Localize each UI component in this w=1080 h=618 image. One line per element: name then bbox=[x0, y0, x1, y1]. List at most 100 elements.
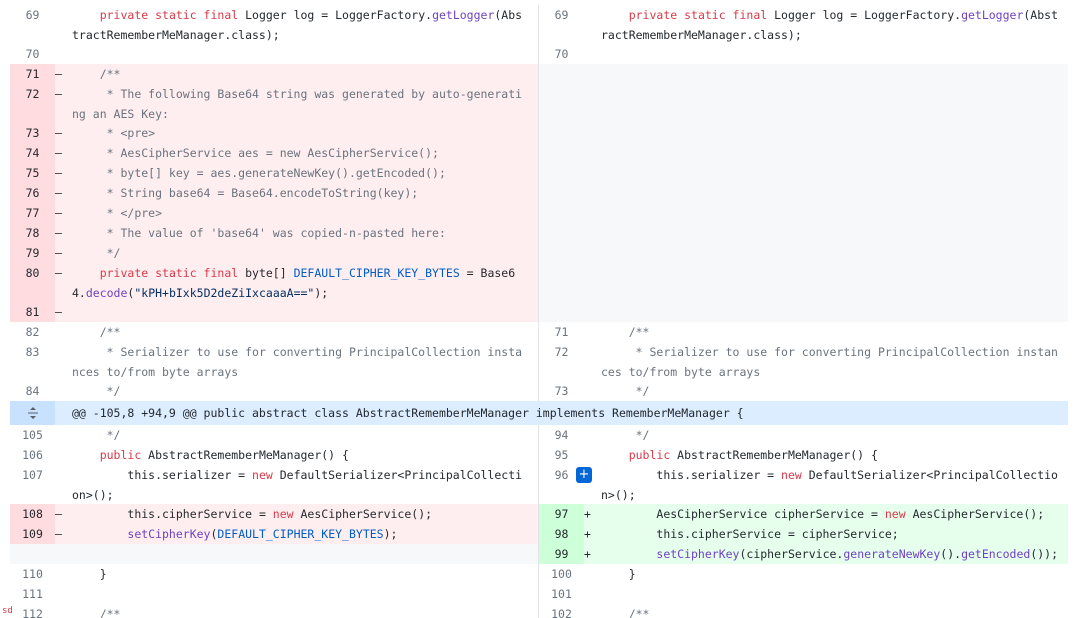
line-number[interactable]: 84 bbox=[10, 381, 55, 401]
code-line: */ bbox=[601, 381, 1068, 401]
line-number[interactable]: 75 bbox=[10, 163, 55, 183]
diff-row: 69 private static final Logger log = Log… bbox=[10, 5, 1068, 44]
diff-sign bbox=[55, 544, 72, 564]
diff-sign bbox=[55, 425, 72, 445]
line-number[interactable] bbox=[539, 243, 584, 263]
line-number[interactable] bbox=[10, 544, 55, 564]
left-side: 110 } bbox=[10, 564, 539, 584]
line-number[interactable]: 72 bbox=[10, 84, 55, 123]
left-side bbox=[10, 544, 539, 564]
line-number[interactable]: 71 bbox=[10, 64, 55, 84]
code-line: * </pre> bbox=[72, 203, 538, 223]
diff-sign bbox=[584, 243, 601, 263]
diff-sign: + bbox=[584, 527, 591, 541]
diff-row: 78– * The value of 'base64' was copied-n… bbox=[10, 223, 1068, 243]
line-number[interactable] bbox=[539, 263, 584, 302]
line-number[interactable]: 82 bbox=[10, 322, 55, 342]
diff-row: 73– * <pre> bbox=[10, 123, 1068, 143]
line-number[interactable]: 112 bbox=[10, 604, 55, 618]
diff-row: 71– /** bbox=[10, 64, 1068, 84]
line-number[interactable]: 110 bbox=[10, 564, 55, 584]
line-number[interactable]: 102 bbox=[539, 604, 584, 618]
line-number[interactable]: 69 bbox=[539, 5, 584, 44]
line-number[interactable]: 70 bbox=[539, 44, 584, 64]
code-token: * String base64 = Base64.encodeToString(… bbox=[72, 186, 419, 200]
right-side: 98 + this.cipherService = cipherService; bbox=[539, 524, 1068, 544]
line-number[interactable]: 80 bbox=[10, 263, 55, 302]
code-line: */ bbox=[72, 425, 538, 445]
line-number[interactable]: 81 bbox=[10, 302, 55, 322]
line-number[interactable]: 96 + bbox=[539, 465, 592, 504]
diff-row: 99 + setCipherKey(cipherService.generateN… bbox=[10, 544, 1068, 564]
line-number[interactable]: 97 bbox=[539, 504, 584, 524]
line-number[interactable]: 73 bbox=[539, 381, 584, 401]
diff-sign bbox=[584, 445, 601, 465]
diff-sign bbox=[584, 604, 601, 618]
add-comment-icon[interactable]: + bbox=[576, 467, 592, 483]
code-token: decode bbox=[85, 285, 128, 300]
code-token: * byte[] key = aes.generateNewKey().getE… bbox=[72, 166, 446, 180]
diff-sign: – bbox=[55, 226, 62, 240]
line-number[interactable]: 109 bbox=[10, 524, 55, 544]
line-number[interactable] bbox=[539, 183, 584, 203]
line-number[interactable]: 105 bbox=[10, 425, 55, 445]
line-number[interactable]: 73 bbox=[10, 123, 55, 143]
diff-row: 70 70 bbox=[10, 44, 1068, 64]
code-token: public bbox=[628, 448, 671, 462]
line-number[interactable]: 70 bbox=[10, 44, 55, 64]
code-token: this.serializer = bbox=[72, 468, 253, 482]
line-number[interactable] bbox=[539, 203, 584, 223]
line-number[interactable]: 108 bbox=[10, 504, 55, 524]
right-side: 95 public AbstractRememberMeManager() { bbox=[539, 445, 1068, 465]
line-number[interactable] bbox=[539, 143, 584, 163]
line-number[interactable]: 101 bbox=[539, 584, 584, 604]
line-number[interactable]: 106 bbox=[10, 445, 55, 465]
line-number[interactable]: 69 bbox=[10, 5, 55, 44]
line-number[interactable]: 78 bbox=[10, 223, 55, 243]
line-number[interactable]: 111 bbox=[10, 584, 55, 604]
line-number[interactable] bbox=[539, 84, 584, 123]
line-number[interactable]: 79 bbox=[10, 243, 55, 263]
diff-row: 82 /** 71 /** bbox=[10, 322, 1068, 342]
code-token: /** bbox=[601, 607, 650, 618]
code-line: } bbox=[72, 564, 538, 584]
code-token: /** bbox=[601, 325, 650, 339]
line-number[interactable]: 94 bbox=[539, 425, 584, 445]
line-number[interactable] bbox=[539, 223, 584, 243]
line-number[interactable]: 98 bbox=[539, 524, 584, 544]
code-token: DEFAULT_CIPHER_KEY_BYTES bbox=[293, 266, 460, 280]
code-line: private static final Logger log = Logger… bbox=[601, 5, 1068, 44]
diff-sign: – bbox=[55, 87, 62, 101]
expand-lines-icon[interactable] bbox=[10, 401, 55, 425]
line-number[interactable]: 74 bbox=[10, 143, 55, 163]
hunk-header-row[interactable]: @@ -105,8 +94,9 @@ public abstract class… bbox=[10, 401, 1068, 425]
line-number[interactable]: 100 bbox=[539, 564, 584, 584]
line-number[interactable]: 76 bbox=[10, 183, 55, 203]
right-side bbox=[539, 183, 1068, 203]
left-side: 105 */ bbox=[10, 425, 539, 445]
line-number[interactable]: 83 bbox=[10, 342, 55, 381]
diff-row: 75– * byte[] key = aes.generateNewKey().… bbox=[10, 163, 1068, 183]
line-number[interactable] bbox=[539, 163, 584, 183]
left-side: 111 bbox=[10, 584, 539, 604]
code-token: * Serializer to use for converting Princ… bbox=[601, 345, 1058, 379]
code-line: setCipherKey(cipherService.generateNewKe… bbox=[601, 544, 1068, 564]
line-number[interactable]: 72 bbox=[539, 342, 584, 381]
line-number[interactable]: 77 bbox=[10, 203, 55, 223]
line-number[interactable]: 99 bbox=[539, 544, 584, 564]
line-number[interactable]: 95 bbox=[539, 445, 584, 465]
line-number[interactable] bbox=[539, 64, 584, 84]
code-token: this.serializer = bbox=[601, 468, 782, 482]
line-number[interactable] bbox=[539, 123, 584, 143]
left-side: 75– * byte[] key = aes.generateNewKey().… bbox=[10, 163, 539, 183]
line-number[interactable] bbox=[539, 302, 584, 322]
line-number[interactable]: 107 bbox=[10, 465, 55, 504]
line-number[interactable]: 71 bbox=[539, 322, 584, 342]
diff-sign: – bbox=[55, 166, 62, 180]
left-side: 76– * String base64 = Base64.encodeToStr… bbox=[10, 183, 539, 203]
code-line: /** bbox=[72, 322, 538, 342]
